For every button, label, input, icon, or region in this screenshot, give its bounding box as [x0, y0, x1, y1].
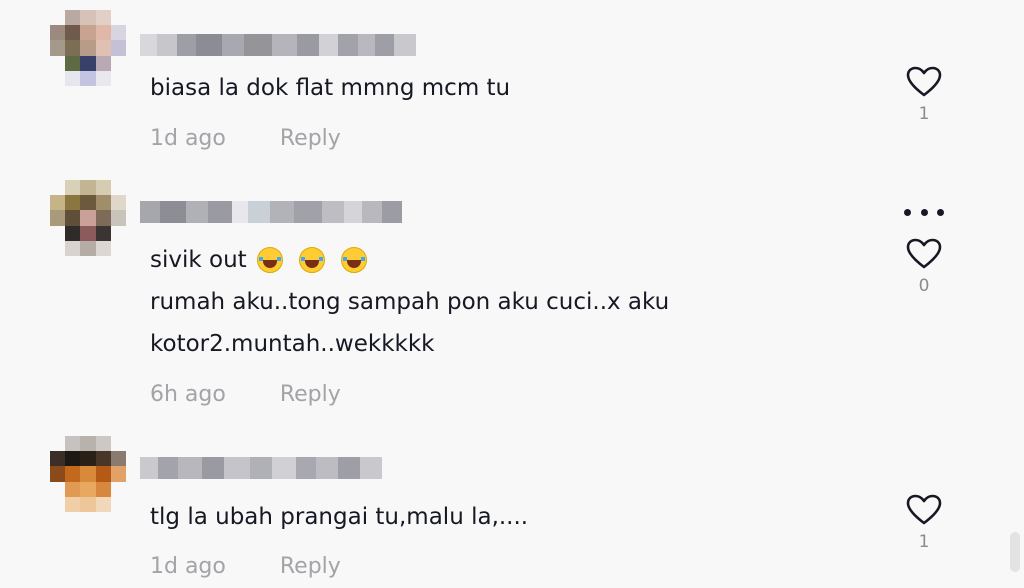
comment-text: tlg la ubah prangai tu,malu la,.... — [150, 504, 529, 530]
like-button[interactable]: 0 — [902, 238, 946, 296]
like-button[interactable]: 1 — [902, 494, 946, 552]
dot — [937, 208, 944, 216]
dot — [920, 208, 928, 216]
like-button[interactable]: 1 — [902, 66, 946, 124]
username[interactable] — [140, 34, 417, 56]
username[interactable] — [140, 457, 382, 479]
dot — [904, 208, 911, 216]
comment-text: biasa la dok flat mmng mcm tu — [150, 75, 511, 101]
like-count: 1 — [918, 532, 930, 552]
reply-button[interactable]: Reply — [280, 126, 341, 151]
more-options-icon[interactable] — [904, 206, 944, 218]
avatar[interactable] — [50, 436, 126, 512]
comment-text: sivik out — [150, 245, 367, 275]
comment-meta: 6h ago Reply — [150, 382, 341, 407]
comment-meta: 1d ago Reply — [150, 554, 341, 579]
tears-of-joy-emoji-icon — [340, 247, 367, 273]
reply-button[interactable]: Reply — [280, 382, 341, 407]
comment-time: 1d ago — [150, 126, 226, 151]
comment-meta: 1d ago Reply — [150, 126, 341, 151]
tears-of-joy-emoji-icon — [298, 247, 325, 273]
scrollbar-thumb[interactable] — [1010, 532, 1020, 572]
reply-button[interactable]: Reply — [280, 554, 341, 579]
like-count: 1 — [918, 104, 930, 124]
comment-time: 1d ago — [150, 554, 226, 579]
tears-of-joy-emoji-icon — [256, 247, 283, 273]
avatar[interactable] — [50, 180, 126, 256]
comment-text-line: sivik out — [150, 247, 247, 273]
comment-text-line: rumah aku..tong sampah pon aku cuci..x a… — [150, 289, 670, 315]
like-count: 0 — [918, 276, 930, 296]
avatar[interactable] — [50, 10, 126, 86]
comment-time: 6h ago — [150, 382, 226, 407]
heart-outline-icon[interactable] — [906, 66, 942, 98]
heart-outline-icon[interactable] — [906, 238, 942, 270]
username[interactable] — [140, 201, 402, 223]
comment-text-line: kotor2.muntah..wekkkkk — [150, 331, 435, 357]
heart-outline-icon[interactable] — [906, 494, 942, 526]
